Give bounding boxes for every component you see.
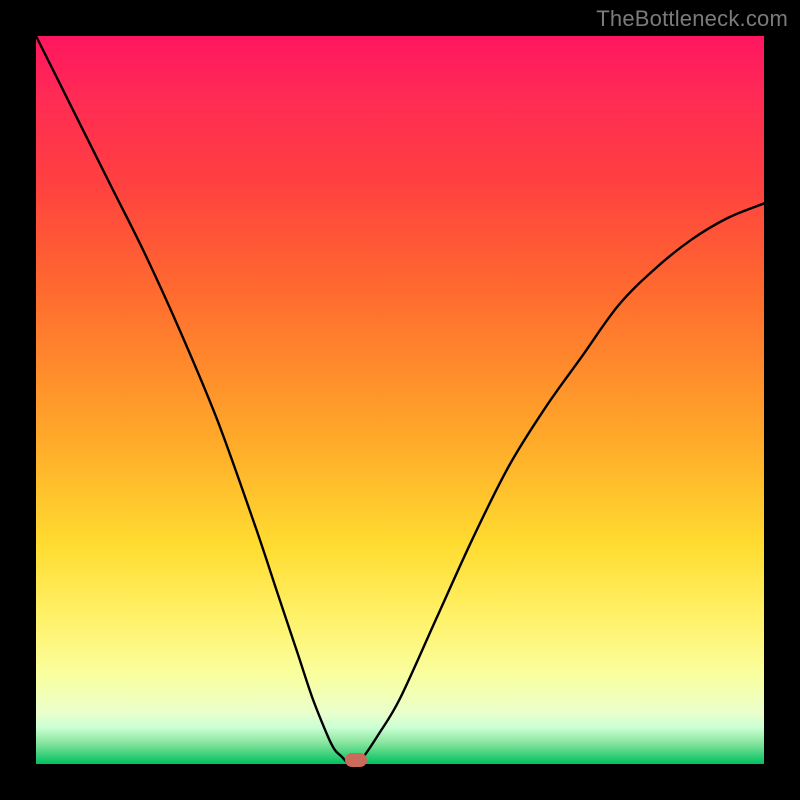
bottleneck-curve <box>36 36 764 764</box>
plot-area <box>36 36 764 764</box>
chart-frame: TheBottleneck.com <box>0 0 800 800</box>
watermark-text: TheBottleneck.com <box>596 6 788 32</box>
optimum-marker <box>345 753 367 767</box>
